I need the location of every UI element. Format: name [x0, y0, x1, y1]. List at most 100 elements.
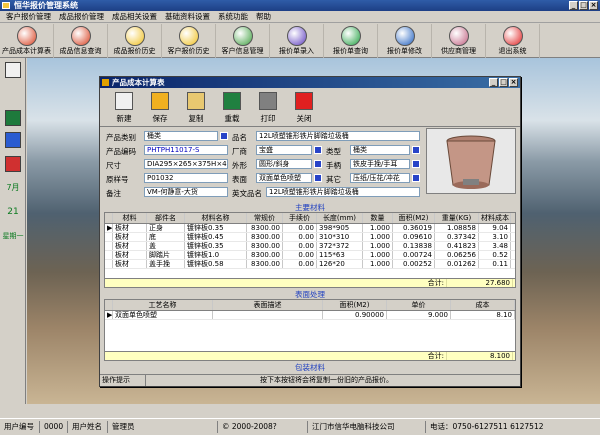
category-dropdown-icon[interactable] — [220, 132, 228, 140]
materials-col-header[interactable]: 数量 — [363, 213, 393, 223]
materials-col-header[interactable]: 材料名称 — [185, 213, 247, 223]
en-name-field[interactable]: 12L喷塑锥形铁片脚踏垃圾桶 — [266, 187, 420, 197]
table-cell[interactable]: 0.00 — [283, 233, 317, 241]
toolbar-button-1[interactable]: 成品信息查询 — [54, 24, 108, 58]
table-cell[interactable]: 0.09610 — [393, 233, 435, 241]
toolbar-button-9[interactable]: 退出系统 — [486, 24, 540, 58]
materials-col-header[interactable]: 手续价 — [283, 213, 317, 223]
type-dropdown-icon[interactable] — [412, 146, 420, 154]
chart-icon[interactable] — [5, 156, 21, 172]
menu-product-quote[interactable]: 成品报价管理 — [55, 11, 108, 22]
materials-col-header[interactable]: 材料 — [113, 213, 147, 223]
menu-base-data[interactable]: 基础资料设置 — [161, 11, 214, 22]
other-dropdown-icon[interactable] — [412, 174, 420, 182]
table-cell[interactable]: 0.13838 — [393, 242, 435, 250]
other-field[interactable]: 压纸/压花/冲花 — [350, 173, 410, 183]
table-cell[interactable]: 8300.00 — [247, 260, 283, 268]
dialog-button-5[interactable]: 关闭 — [286, 89, 322, 127]
materials-col-header[interactable]: 常规价 — [247, 213, 283, 223]
materials-col-header[interactable]: 材料成本 — [479, 213, 511, 223]
dialog-button-0[interactable]: 新建 — [106, 89, 142, 127]
menu-help[interactable]: 帮助 — [252, 11, 275, 22]
table-cell[interactable]: 镀锌板0.35 — [185, 242, 247, 250]
table-cell[interactable]: 0.11 — [479, 260, 511, 268]
category-field[interactable]: 桶类 — [144, 131, 218, 141]
table-cell[interactable]: 盖手挽 — [147, 260, 185, 268]
surface-col-header[interactable]: 单价 — [387, 300, 451, 310]
materials-col-header[interactable]: 重量(KG) — [435, 213, 479, 223]
table-cell[interactable]: 1.000 — [363, 260, 393, 268]
table-cell[interactable]: 板材 — [113, 251, 147, 259]
table-cell[interactable]: 1.08858 — [435, 224, 479, 232]
table-cell[interactable]: 126*20 — [317, 260, 363, 268]
table-cell[interactable]: 372*372 — [317, 242, 363, 250]
shape-field[interactable]: 圆形/斜身 — [256, 159, 312, 169]
excel-icon[interactable] — [5, 110, 21, 126]
surface-col-header[interactable]: 成本 — [451, 300, 515, 310]
table-cell[interactable]: 0.37342 — [435, 233, 479, 241]
surface-col-header[interactable]: 工艺名称 — [113, 300, 213, 310]
table-cell[interactable]: 9.04 — [479, 224, 511, 232]
word-icon[interactable] — [5, 132, 21, 148]
table-cell[interactable] — [213, 311, 323, 319]
table-cell[interactable]: 3.48 — [479, 242, 511, 250]
materials-col-header[interactable]: 部件名 — [147, 213, 185, 223]
shape-dropdown-icon[interactable] — [314, 160, 322, 168]
note-field[interactable]: VM-何静意-大货 — [144, 187, 228, 197]
table-cell[interactable]: 1.000 — [363, 242, 393, 250]
minimize-button[interactable]: _ — [569, 1, 578, 10]
vendor-dropdown-icon[interactable] — [314, 146, 322, 154]
menu-customer-quote[interactable]: 客户报价管理 — [2, 11, 55, 22]
table-cell[interactable]: 0.00252 — [393, 260, 435, 268]
type-field[interactable]: 桶类 — [350, 145, 410, 155]
table-cell[interactable]: 398*905 — [317, 224, 363, 232]
code-field[interactable]: PHTPH11017-S — [144, 145, 228, 155]
table-cell[interactable]: 0.52 — [479, 251, 511, 259]
toolbar-button-6[interactable]: 报价单查询 — [324, 24, 378, 58]
table-row[interactable]: 板材 盖手挽 镀锌板0.58 8300.00 0.00 126*20 1.000 0.0025… — [105, 260, 515, 269]
table-cell[interactable]: 0.06256 — [435, 251, 479, 259]
table-row[interactable]: ▶ 双面单色喷塑 0.90000 9.000 8.10 — [105, 311, 515, 320]
materials-col-header[interactable]: 长度(mm) — [317, 213, 363, 223]
table-cell[interactable]: 1.000 — [363, 251, 393, 259]
toolbar-button-5[interactable]: 报价单录入 — [270, 24, 324, 58]
close-button[interactable]: × — [589, 1, 598, 10]
surface-col-header[interactable]: 面积(M2) — [323, 300, 387, 310]
table-cell[interactable]: 0.01262 — [435, 260, 479, 268]
surface-field[interactable]: 双面单色喷塑 — [256, 173, 312, 183]
table-row[interactable]: ▶ 板材 正身 镀锌板0.35 8300.00 0.00 398*905 1.000 0.360… — [105, 224, 515, 233]
table-cell[interactable]: 板材 — [113, 242, 147, 250]
table-row[interactable]: 板材底镀锌板0.45 8300.00 0.00 310*310 1.000 0.09610… — [105, 233, 515, 242]
toolbar-button-8[interactable]: 供应商管理 — [432, 24, 486, 58]
toolbar-button-2[interactable]: 成品报价历史 — [108, 24, 162, 58]
table-cell[interactable]: 8.10 — [451, 311, 515, 319]
dialog-button-3[interactable]: 重载 — [214, 89, 250, 127]
surface-col-header[interactable]: 表面描述 — [213, 300, 323, 310]
home-icon[interactable] — [5, 62, 21, 78]
toolbar-button-0[interactable]: 产品成本计算表 — [0, 24, 54, 58]
maximize-button[interactable]: □ — [579, 1, 588, 10]
handle-field[interactable]: 铁皮手挽/手耳 — [350, 159, 410, 169]
table-cell[interactable]: 0.00724 — [393, 251, 435, 259]
table-cell[interactable]: 镀锌板0.58 — [185, 260, 247, 268]
table-cell[interactable]: 0.36019 — [393, 224, 435, 232]
dialog-button-4[interactable]: 打印 — [250, 89, 286, 127]
table-cell[interactable]: 8300.00 — [247, 224, 283, 232]
name-field[interactable]: 12L喷塑锥形铁片脚踏垃圾桶 — [256, 131, 420, 141]
table-cell[interactable]: 板材 — [113, 233, 147, 241]
table-cell[interactable]: 盖 — [147, 242, 185, 250]
dialog-button-2[interactable]: 复制 — [178, 89, 214, 127]
table-cell[interactable]: 双面单色喷塑 — [113, 311, 213, 319]
table-row[interactable]: 板材 脚踏片 镀锌板1.0 8300.00 0.00 115*63 1.000 0.00724… — [105, 251, 515, 260]
materials-col-header[interactable]: 面积(M2) — [393, 213, 435, 223]
surface-dropdown-icon[interactable] — [314, 174, 322, 182]
menu-product-settings[interactable]: 成品相关设置 — [108, 11, 161, 22]
table-cell[interactable]: 脚踏片 — [147, 251, 185, 259]
vendor-field[interactable]: 宝盛 — [256, 145, 312, 155]
dialog-maximize-button[interactable]: □ — [499, 78, 508, 87]
dialog-button-1[interactable]: 保存 — [142, 89, 178, 127]
toolbar-button-4[interactable]: 客户信息管理 — [216, 24, 270, 58]
table-cell[interactable]: 底 — [147, 233, 185, 241]
table-cell[interactable]: 9.000 — [387, 311, 451, 319]
table-cell[interactable]: 0.41823 — [435, 242, 479, 250]
